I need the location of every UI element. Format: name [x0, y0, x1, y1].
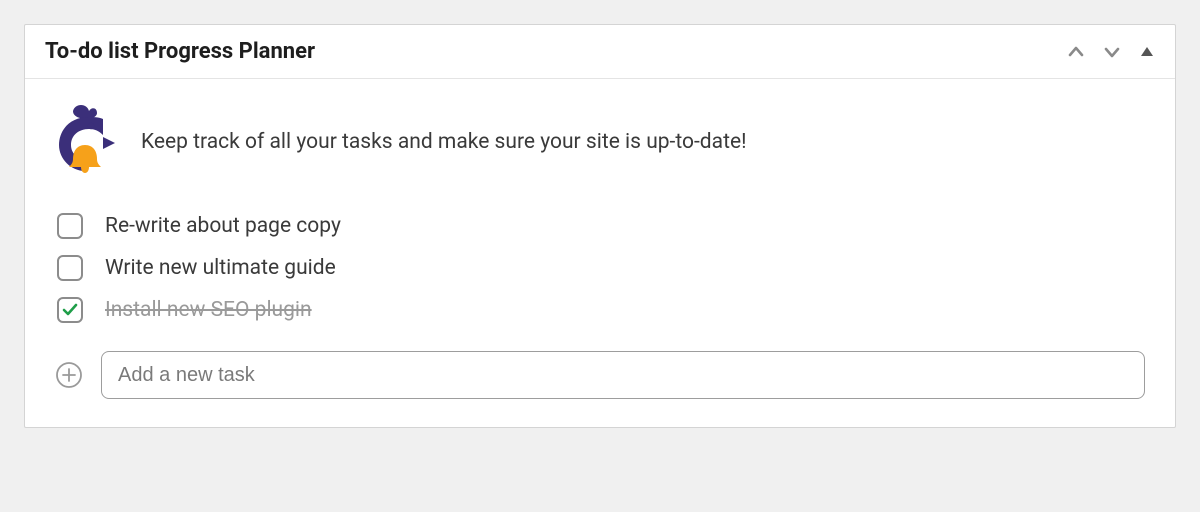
todo-widget: To-do list Progress Planner	[24, 24, 1176, 428]
task-row: Write new ultimate guide	[57, 255, 1145, 281]
task-checkbox[interactable]	[57, 213, 83, 239]
task-row: Install new SEO plugin	[57, 297, 1145, 323]
progress-planner-logo-icon	[55, 101, 117, 183]
widget-body: Keep track of all your tasks and make su…	[25, 79, 1175, 427]
intro-row: Keep track of all your tasks and make su…	[55, 101, 1145, 183]
task-checkbox-checked[interactable]	[57, 297, 83, 323]
task-label: Install new SEO plugin	[105, 298, 312, 322]
triangle-up-icon[interactable]	[1139, 44, 1155, 60]
check-icon	[61, 301, 79, 319]
chevron-down-icon[interactable]	[1103, 43, 1121, 61]
task-label: Write new ultimate guide	[105, 256, 336, 280]
add-task-row	[55, 351, 1145, 399]
widget-header: To-do list Progress Planner	[25, 25, 1175, 79]
add-task-input[interactable]	[101, 351, 1145, 399]
plus-icon	[55, 361, 83, 389]
task-checkbox[interactable]	[57, 255, 83, 281]
header-controls	[1067, 43, 1155, 61]
chevron-up-icon[interactable]	[1067, 43, 1085, 61]
task-label: Re-write about page copy	[105, 214, 341, 238]
widget-title: To-do list Progress Planner	[45, 39, 315, 64]
intro-text: Keep track of all your tasks and make su…	[141, 130, 747, 154]
task-list: Re-write about page copy Write new ultim…	[55, 213, 1145, 323]
task-row: Re-write about page copy	[57, 213, 1145, 239]
add-task-button[interactable]	[55, 361, 83, 389]
